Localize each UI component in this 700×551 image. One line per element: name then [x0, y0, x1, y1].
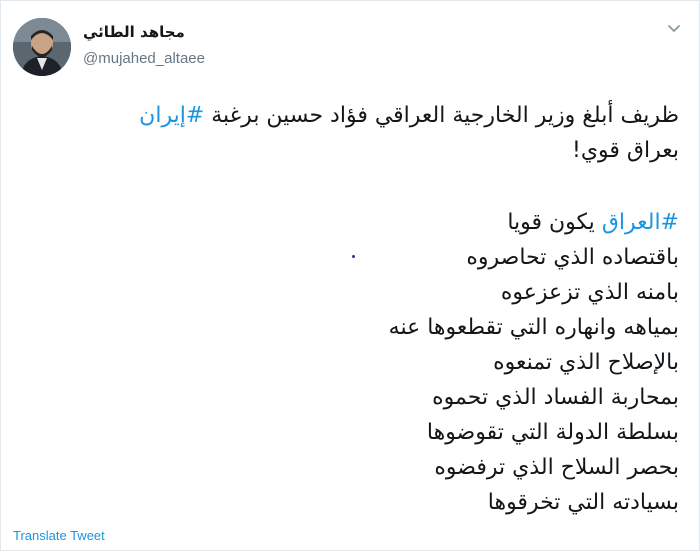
tweet-list-line: باقتصاده الذي تحاصروه — [466, 245, 679, 270]
hashtag-iraq[interactable]: #العراق — [602, 210, 679, 235]
tweet-line-3: #العراق يكون قويا — [19, 205, 679, 240]
chevron-down-icon[interactable] — [664, 18, 684, 38]
tweet-list-line: بامنه الذي تزعزعوه — [500, 280, 679, 305]
tweet-line-1: ظريف أبلغ وزير الخارجية العراقي فؤاد حسي… — [19, 98, 679, 133]
tweet-list-line: بسلطة الدولة التي تقوضوها — [426, 420, 679, 445]
profile-photo — [13, 18, 71, 76]
tweet-list-line: بسيادته التي تخرقوها — [487, 490, 679, 515]
tweet-text-segment: ظريف أبلغ وزير الخارجية العراقي فؤاد حسي… — [204, 103, 679, 128]
tweet-list-line: بمياهه وانهاره التي تقطعوها عنه — [388, 315, 679, 340]
tweet-list-line: بحصر السلاح الذي ترفضوه — [434, 455, 679, 480]
stray-dot — [352, 255, 355, 258]
tweet-card: مجاهد الطائي @mujahed_altaee ظريف أبلغ و… — [0, 0, 700, 551]
hashtag-iran[interactable]: #إيران — [139, 103, 204, 128]
avatar[interactable] — [13, 18, 71, 76]
tweet-list-line: بالإصلاح الذي تمنعوه — [493, 350, 679, 375]
tweet-text-segment: يكون قويا — [507, 210, 602, 235]
tweet-list-line: بمحاربة الفساد الذي تحموه — [432, 385, 679, 410]
translate-tweet-link[interactable]: Translate Tweet — [13, 528, 105, 543]
author-name[interactable]: مجاهد الطائي — [83, 23, 185, 41]
author-handle[interactable]: @mujahed_altaee — [83, 50, 205, 67]
tweet-line-2: بعراق قوي! — [572, 138, 679, 163]
tweet-text: ظريف أبلغ وزير الخارجية العراقي فؤاد حسي… — [19, 98, 679, 520]
